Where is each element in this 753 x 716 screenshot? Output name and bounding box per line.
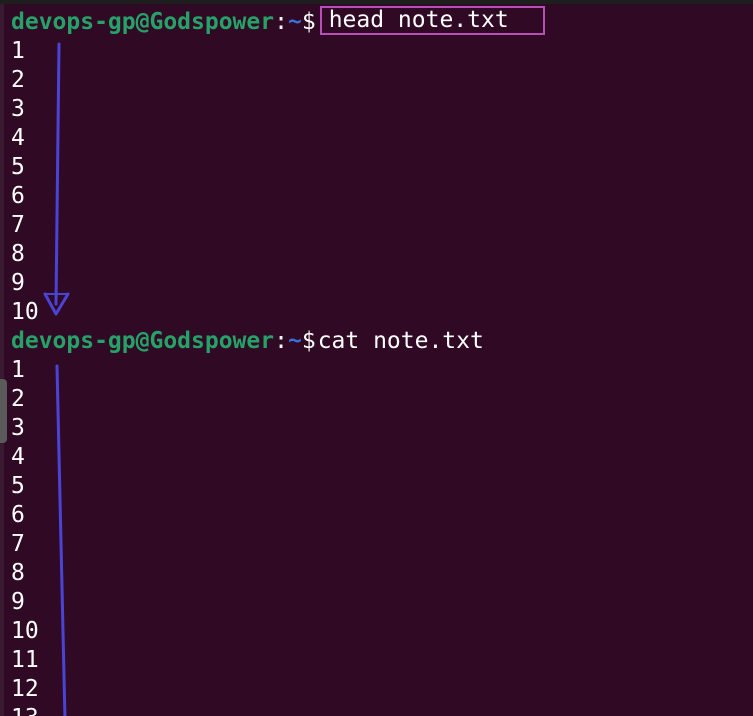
prompt-path: ~ bbox=[287, 328, 302, 354]
output-line: 3 bbox=[11, 96, 25, 122]
output-line: 8 bbox=[11, 560, 25, 586]
terminal-output: devops-gp@Godspower:~$ head note.txt 1 2 … bbox=[11, 6, 545, 716]
prompt-line-1: devops-gp@Godspower:~$ head note.txt bbox=[11, 6, 545, 37]
terminal-window[interactable]: devops-gp@Godspower:~$ head note.txt 1 2 … bbox=[0, 0, 753, 716]
prompt-colon: : bbox=[274, 9, 288, 35]
prompt-symbol: $ bbox=[301, 328, 316, 354]
command-text-cat: cat note.txt bbox=[317, 328, 484, 354]
output-line: 12 bbox=[11, 676, 39, 702]
output-line: 9 bbox=[11, 589, 25, 615]
prompt-symbol: $ bbox=[301, 9, 316, 35]
output-line: 6 bbox=[11, 502, 25, 528]
output-line: 8 bbox=[11, 241, 25, 267]
prompt-colon: : bbox=[274, 328, 288, 354]
prompt-line-2: devops-gp@Godspower:~$cat note.txt bbox=[11, 327, 545, 356]
side-panel-handle[interactable] bbox=[0, 379, 7, 443]
output-line: 10 bbox=[11, 618, 39, 644]
command-text-head: head note.txt bbox=[328, 7, 509, 33]
output-line: 13 bbox=[11, 704, 545, 716]
output-line: 6 bbox=[11, 183, 25, 209]
prompt-path: ~ bbox=[287, 9, 302, 35]
output-line: 2 bbox=[11, 67, 25, 93]
output-line: 4 bbox=[11, 444, 25, 470]
highlighted-command-box: head note.txt bbox=[319, 6, 545, 35]
output-line: 1 bbox=[11, 38, 25, 64]
output-line: 4 bbox=[11, 125, 25, 151]
output-line: 10 bbox=[11, 299, 39, 325]
prompt-user-host: devops-gp@Godspower bbox=[11, 328, 275, 354]
prompt-user-host: devops-gp@Godspower bbox=[11, 9, 275, 35]
output-line: 11 bbox=[11, 647, 39, 673]
window-left-edge bbox=[0, 4, 4, 716]
output-line: 9 bbox=[11, 270, 25, 296]
output-line: 5 bbox=[11, 473, 25, 499]
output-line: 7 bbox=[11, 212, 25, 238]
output-line: 5 bbox=[11, 154, 25, 180]
output-line: 7 bbox=[11, 531, 25, 557]
output-line: 1 bbox=[11, 357, 25, 383]
output-line: 2 bbox=[11, 386, 25, 412]
output-line: 3 bbox=[11, 415, 25, 441]
